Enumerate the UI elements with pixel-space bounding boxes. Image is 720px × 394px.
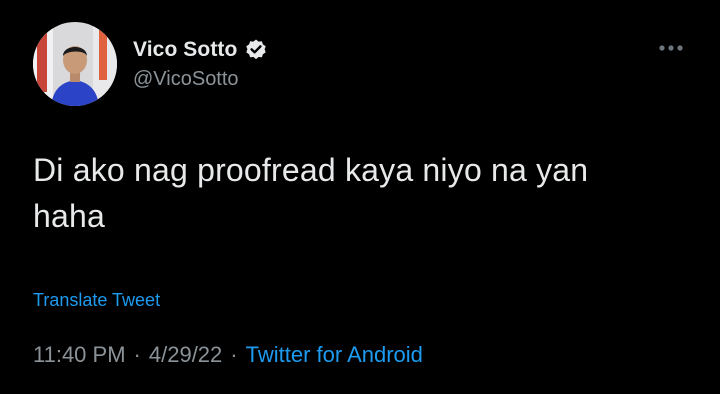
display-name[interactable]: Vico Sotto: [133, 38, 237, 62]
avatar[interactable]: [33, 22, 117, 106]
profile-photo-icon: [33, 22, 117, 106]
tweet-text-line-2: haha: [33, 198, 105, 234]
tweet-meta: 11:40 PM · 4/29/22 · Twitter for Android: [33, 340, 423, 370]
tweet-source-link[interactable]: Twitter for Android: [246, 342, 423, 368]
translate-tweet-link[interactable]: Translate Tweet: [33, 290, 160, 311]
verified-badge-icon: [244, 38, 268, 62]
author-row: Vico Sotto: [133, 36, 268, 64]
more-horizontal-icon[interactable]: [654, 38, 688, 58]
tweet-text: Di ako nag proofread kaya niyo na yan ha…: [33, 147, 693, 239]
meta-separator: ·: [230, 342, 238, 367]
tweet-text-line-1: Di ako nag proofread kaya niyo na yan: [33, 152, 589, 188]
author-handle[interactable]: @VicoSotto: [133, 68, 239, 91]
tweet-date[interactable]: 4/29/22: [149, 342, 222, 368]
meta-separator: ·: [133, 342, 141, 367]
tweet-card: Vico Sotto @VicoSotto Di ako nag proofre…: [0, 0, 720, 394]
tweet-time[interactable]: 11:40 PM: [33, 342, 126, 368]
